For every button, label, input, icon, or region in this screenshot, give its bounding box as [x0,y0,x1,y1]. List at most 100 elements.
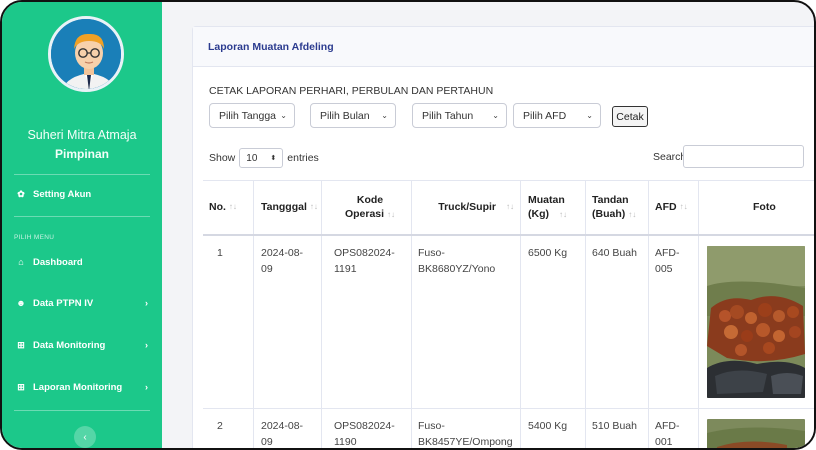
sidebar-toggle-button[interactable]: ‹ [74,426,96,448]
column-header-label: Operasi [344,208,385,220]
cell-text: 1191 [334,262,357,275]
sort-icon: ↑↓ [559,210,567,219]
column-header-tanggal[interactable]: Tangggal ↑↓ [261,180,321,234]
cell-truck: Fuso- BK8680YZ/Yono [418,246,495,278]
select-tanggal[interactable]: Pilih Tangga ⌄ [209,103,295,128]
chevron-down-icon: ⌄ [492,111,499,120]
card-title: Laporan Muatan Afdeling [193,27,814,67]
users-icon: ☻ [16,298,26,308]
column-header-truck-supir[interactable]: Truck/Supir ↑↓ [429,180,520,234]
column-header-label: AFD [655,200,677,213]
column-header-tandan[interactable]: Tandan (Buah) ↑↓ [589,180,649,234]
cell-truck: Fuso- BK8457YE/Ompong [418,419,513,448]
chevron-right-icon: › [145,298,148,308]
column-header-label: (Buah) [592,208,626,220]
column-header-label: (Kg) [528,208,549,220]
cell-text: 005 [655,262,673,275]
cell-muatan: 6500 Kg [528,247,568,259]
sidebar-item-data-ptpn[interactable]: ☻ Data PTPN IV › [14,294,154,312]
print-report-heading: CETAK LAPORAN PERHARI, PERBULAN DAN PERT… [209,85,494,97]
select-value: Pilih AFD [523,109,567,122]
cell-afd: AFD- 005 [655,246,680,278]
user-name: Suheri Mitra Atmaja [27,128,137,142]
row-photo[interactable] [707,246,805,398]
sidebar-item-setting-akun[interactable]: ✿ Setting Akun [14,185,154,203]
select-value: Pilih Tahun [422,109,474,122]
sort-arrows-icon: ⬍ [270,155,277,162]
chevron-down-icon: ⌄ [381,111,388,120]
column-header-foto[interactable]: Foto [753,180,803,234]
cell-text: 2024-08- [261,420,304,432]
column-header-afd[interactable]: AFD ↑↓ [655,180,699,234]
sidebar-divider [14,216,150,217]
cell-tanggal: 2024-08- 09 [261,246,303,278]
sidebar-heading: PILIH MENU [14,234,55,241]
column-header-muatan[interactable]: Muatan (Kg) ↑↓ [523,180,585,234]
sitemap-icon: ⊞ [17,339,25,350]
sidebar-divider [14,174,150,175]
cell-text: 1190 [334,435,357,448]
chevron-down-icon: ⌄ [280,111,287,120]
sidebar-item-laporan-monitoring[interactable]: ⊞ Laporan Monitoring › [14,378,154,396]
home-icon: ⌂ [18,257,24,267]
cell-muatan: 5400 Kg [528,420,568,432]
column-header-label: Tangggal [261,200,307,213]
row-photo[interactable] [707,419,805,448]
sidebar-item-data-monitoring[interactable]: ⊞ Data Monitoring › [14,336,154,354]
sitemap-icon: ⊞ [17,381,25,392]
cell-tandan: 510 Buah [592,420,637,432]
cell-text: OPS082024- [334,247,395,259]
chevron-right-icon: › [145,340,148,350]
cell-text: OPS082024- [334,420,395,432]
app-window: Suheri Mitra Atmaja Pimpinan ✿ Setting A… [0,0,816,450]
cell-no: 1 [217,247,223,259]
entries-label: entries [287,152,319,164]
cell-text: Fuso- [418,420,445,432]
select-value: Pilih Tangga [219,109,277,122]
report-card: Laporan Muatan Afdeling CETAK LAPORAN PE… [192,26,814,448]
table-header-border [203,234,814,236]
cell-text: AFD- [655,247,680,259]
sidebar-item-dashboard[interactable]: ⌂ Dashboard [14,253,154,271]
cell-tanggal: 2024-08- 09 [261,419,304,448]
gears-icon: ✿ [17,188,25,199]
chevron-down-icon: ⌄ [586,111,593,120]
cell-text: 09 [261,435,273,448]
sort-icon: ↑↓ [228,201,237,211]
sort-icon: ↑↓ [628,210,637,219]
sidebar-item-label: Data PTPN IV [33,297,94,309]
column-header-label: Tandan [592,193,629,206]
cell-afd: AFD- 001 [655,419,680,448]
column-header-label: Foto [753,200,776,213]
column-divider [520,180,521,448]
user-avatar [48,16,124,92]
sidebar-item-label: Data Monitoring [33,339,106,351]
column-divider [585,180,586,448]
entries-select[interactable]: 10 ⬍ [239,148,284,168]
cell-text: 09 [261,262,273,275]
column-header-kode-operasi[interactable]: Kode Operasi ↑↓ [329,180,411,234]
select-bulan[interactable]: Pilih Bulan ⌄ [310,103,396,128]
show-label: Show [209,152,236,164]
sort-icon: ↑↓ [387,210,396,219]
cell-text: BK8457YE/Ompong [418,435,513,448]
cell-no: 2 [217,420,223,432]
column-header-label: No. [209,200,226,213]
entries-value: 10 [246,152,258,164]
column-divider [321,180,322,448]
sidebar-item-label: Setting Akun [33,188,92,200]
user-role: Pimpinan [54,147,109,161]
cell-text: 2024-08- [261,247,304,259]
search-input[interactable] [683,145,804,168]
chevron-right-icon: › [145,382,148,392]
sidebar: Suheri Mitra Atmaja Pimpinan ✿ Setting A… [2,2,162,448]
cell-text: BK8680YZ/Yono [418,262,496,275]
column-header-label: Kode [356,193,384,206]
sort-icon: ↑↓ [506,201,514,211]
column-header-no[interactable]: No. ↑↓ [209,180,253,234]
cetak-button[interactable]: Cetak [612,106,648,127]
select-afd[interactable]: Pilih AFD ⌄ [513,103,601,128]
sidebar-item-label: Laporan Monitoring [33,381,123,393]
sidebar-divider [14,410,150,411]
select-tahun[interactable]: Pilih Tahun ⌄ [412,103,507,128]
